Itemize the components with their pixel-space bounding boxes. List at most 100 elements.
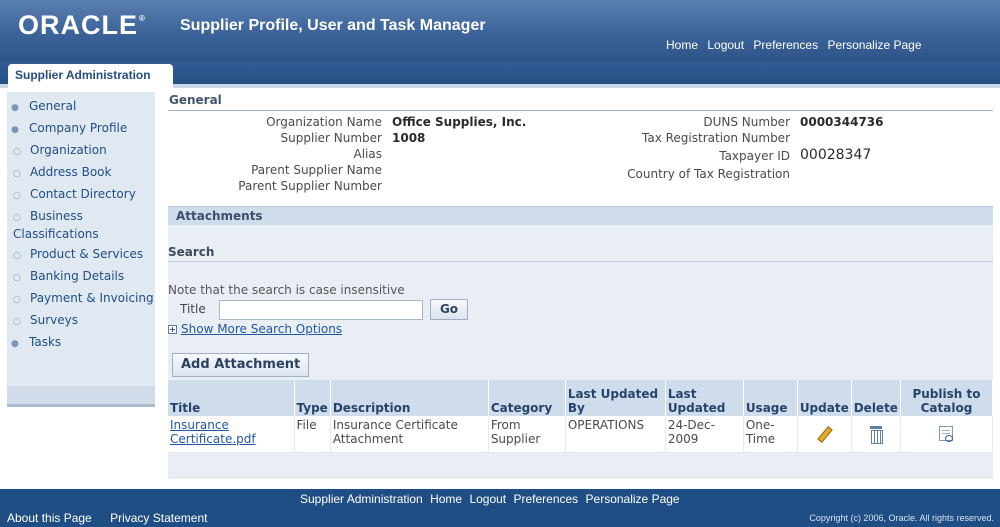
taxpayer-id-label: Taxpayer ID [719,149,790,163]
cell-type: File [294,416,331,453]
org-name-value: Office Supplies, Inc. [392,115,527,129]
cell-publish [900,416,994,453]
expand-plus-icon [168,325,177,334]
cell-delete [851,416,901,453]
footer-personalize-page-link[interactable]: Personalize Page [586,492,680,506]
country-tax-registration-label: Country of Tax Registration [627,167,790,181]
table-button-row: Add Attachment [168,349,993,380]
circle-bullet-icon: ○ [13,295,21,305]
copyright-text: Copyright (c) 2006, Oracle. All rights r… [809,513,994,523]
cell-last-updated: 24-Dec-2009 [665,416,744,453]
sidebar-item-business-classifications[interactable]: ○ Business Classifications [7,206,155,244]
bullet-icon: ● [11,339,19,349]
cell-last-updated-by: OPERATIONS [565,416,666,453]
supplier-number-value: 1008 [392,131,426,145]
pencil-icon[interactable] [816,426,832,442]
attachments-table: Title Type Description Category Last Upd… [168,380,994,453]
col-publish-to-catalog: Publish to Catalog [900,380,994,416]
col-description[interactable]: Description [330,380,489,416]
col-last-updated-by[interactable]: Last Updated By [565,380,666,416]
cell-usage: One-Time [743,416,798,453]
attachments-region: Search Note that the search is case inse… [168,225,994,479]
logout-link[interactable]: Logout [707,38,744,52]
circle-bullet-icon: ○ [13,213,21,223]
global-footer: Supplier Administration Home Logout Pref… [0,489,1000,527]
side-navigation-divider [7,404,155,407]
sidebar-item-payment-invoicing[interactable]: ○ Payment & Invoicing [7,288,155,310]
taxpayer-id-value: 00028347 [800,147,872,163]
col-usage[interactable]: Usage [743,380,798,416]
add-attachment-button[interactable]: Add Attachment [172,353,310,377]
side-navigation: ● General ● Company Profile ○ Organization … [7,92,155,386]
circle-bullet-icon: ○ [13,191,21,201]
circle-bullet-icon: ○ [13,251,21,261]
cell-category: From Supplier [488,416,566,453]
privacy-statement-link[interactable]: Privacy Statement [110,511,207,525]
search-divider [168,261,993,262]
general-section-title: General [168,92,993,111]
cell-update [797,416,852,453]
tab-supplier-administration[interactable]: Supplier Administration [8,64,173,88]
sidebar-item-tasks[interactable]: ● Tasks [7,332,155,354]
footer-left-links: About this Page Privacy Statement [7,511,222,525]
supplier-number-label: Supplier Number [280,131,382,145]
personalize-page-link[interactable]: Personalize Page [827,38,921,52]
col-update: Update [797,380,852,416]
tab-strip: Supplier Administration [0,62,1000,88]
show-more-search-options-link[interactable]: Show More Search Options [168,322,342,336]
col-category[interactable]: Category [488,380,566,416]
table-header-row: Title Type Description Category Last Upd… [168,380,994,416]
side-navigation-footer [7,386,155,404]
attachment-title-link[interactable]: Insurance Certificate.pdf [170,418,256,446]
table-row: Insurance Certificate.pdf File Insurance… [168,416,994,453]
search-note: Note that the search is case insensitive [168,283,405,297]
cell-title: Insurance Certificate.pdf [168,416,295,453]
attachments-header: Attachments [168,206,993,225]
app-title: Supplier Profile, User and Task Manager [180,17,486,34]
circle-bullet-icon: ○ [13,317,21,327]
sidebar-item-banking-details[interactable]: ○ Banking Details [7,266,155,288]
bullet-icon: ● [11,103,19,113]
general-info: Organization Name Office Supplies, Inc. … [168,111,993,206]
footer-supplier-administration-link[interactable]: Supplier Administration [300,492,423,506]
footer-logout-link[interactable]: Logout [469,492,506,506]
sidebar-item-organization[interactable]: ○ Organization [7,140,155,162]
go-button[interactable]: Go [430,299,468,320]
home-link[interactable]: Home [666,38,698,52]
sidebar-item-address-book[interactable]: ○ Address Book [7,162,155,184]
sidebar-item-product-services[interactable]: ○ Product & Services [7,244,155,266]
sidebar-item-contact-directory[interactable]: ○ Contact Directory [7,184,155,206]
circle-bullet-icon: ○ [13,273,21,283]
circle-bullet-icon: ○ [13,169,21,179]
parent-supplier-number-label: Parent Supplier Number [238,179,382,193]
search-title: Search [168,245,215,259]
sidebar-item-company-profile[interactable]: ● Company Profile [7,118,155,140]
alias-label: Alias [353,147,382,161]
sidebar-item-surveys[interactable]: ○ Surveys [7,310,155,332]
col-delete: Delete [851,380,901,416]
global-links: Home Logout Preferences Personalize Page [666,38,928,52]
org-name-label: Organization Name [266,115,382,129]
table-footer [168,452,993,479]
preferences-link[interactable]: Preferences [753,38,818,52]
title-field-label: Title [180,302,206,316]
publish-icon[interactable] [939,426,954,442]
footer-preferences-link[interactable]: Preferences [513,492,578,506]
parent-supplier-name-label: Parent Supplier Name [251,163,382,177]
col-title[interactable]: Title [168,380,295,416]
cell-description: Insurance Certificate Attachment [330,416,489,453]
sidebar-item-general[interactable]: ● General [7,96,155,118]
footer-links: Supplier Administration Home Logout Pref… [300,492,684,506]
attachments-table-region: Add Attachment Title Type Description Ca… [168,349,994,479]
about-this-page-link[interactable]: About this Page [7,511,92,525]
main-content: General Organization Name Office Supplie… [168,92,994,479]
col-last-updated[interactable]: Last Updated [665,380,744,416]
trash-icon[interactable] [869,426,883,444]
duns-number-value: 0000344736 [800,115,884,129]
circle-bullet-icon: ○ [13,147,21,157]
duns-number-label: DUNS Number [703,115,790,129]
col-type[interactable]: Type [294,380,331,416]
global-header: ORACLE® Supplier Profile, User and Task … [0,0,1000,62]
footer-home-link[interactable]: Home [430,492,462,506]
title-search-input[interactable] [219,300,423,320]
